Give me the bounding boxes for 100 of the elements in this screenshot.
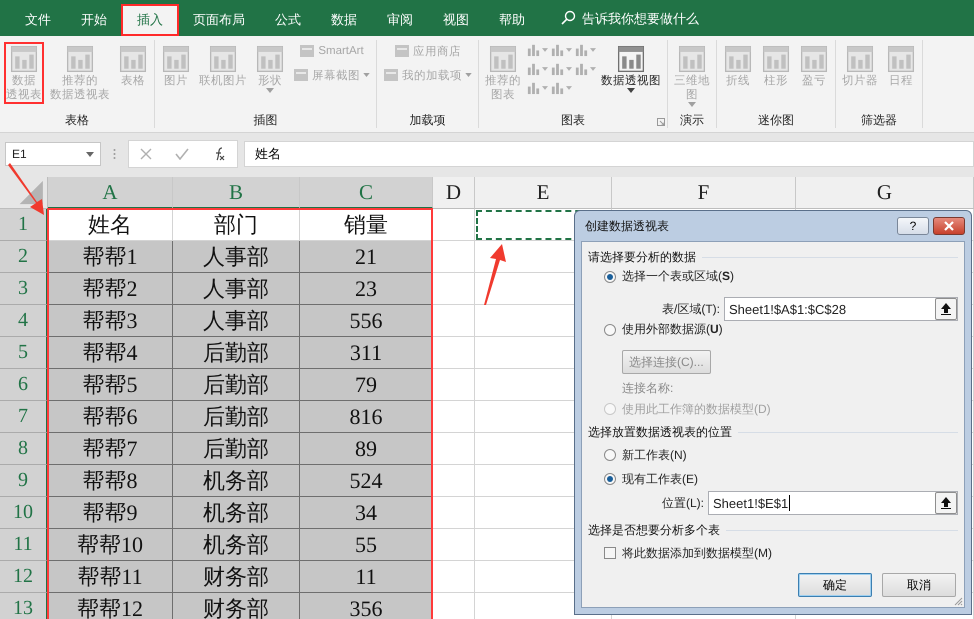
chart-icon: [550, 61, 565, 76]
ribbon-tab[interactable]: 帮助: [484, 5, 540, 35]
pointer-arrow: [6, 163, 46, 217]
table-cell: 311: [300, 337, 433, 369]
radio-label[interactable]: 选择一个表或区域(S): [622, 268, 734, 285]
row-header[interactable]: 10: [0, 497, 48, 529]
radio-label[interactable]: 新工作表(N): [622, 446, 687, 464]
ribbon-tab[interactable]: 开始: [66, 5, 122, 35]
radio-button[interactable]: [604, 324, 616, 336]
row-header[interactable]: 7: [0, 401, 48, 433]
ribbon-tab[interactable]: 插入: [122, 5, 178, 35]
row-header[interactable]: 8: [0, 433, 48, 465]
radio-label[interactable]: 现有工作表(E): [622, 470, 698, 488]
dialog-launcher-icon[interactable]: [657, 118, 665, 126]
table-cell: 帮帮3: [48, 305, 173, 337]
caret-icon: [542, 66, 548, 70]
formula-field[interactable]: 姓名: [244, 141, 974, 167]
caret-icon: [590, 66, 596, 70]
table-cell: 816: [300, 401, 433, 433]
row-header[interactable]: 9: [0, 465, 48, 497]
column-header[interactable]: G: [796, 177, 974, 209]
range-field[interactable]: Sheet1!$A$1:$C$28: [724, 297, 958, 321]
checkbox-label[interactable]: 将此数据添加到数据模型(M): [622, 544, 772, 562]
cancel-button[interactable]: 取消: [882, 573, 956, 597]
table-cell: 后勤部: [173, 433, 300, 465]
column-header[interactable]: F: [612, 177, 796, 209]
table-cell: 财务部: [173, 593, 300, 619]
close-icon: [944, 221, 954, 231]
table-cell: 79: [300, 369, 433, 401]
row-header[interactable]: 2: [0, 241, 48, 273]
search-icon: [560, 10, 576, 26]
pivot-chart-icon: [616, 44, 646, 74]
column-header[interactable]: C: [300, 177, 433, 209]
column-header[interactable]: A: [48, 177, 173, 209]
caret-icon: [590, 48, 596, 52]
ribbon-tab[interactable]: 文件: [10, 5, 66, 35]
resize-grip-icon[interactable]: [953, 596, 963, 606]
table-cell: 帮帮11: [48, 561, 173, 593]
group-label: 筛选器: [861, 112, 897, 128]
row-header[interactable]: 6: [0, 369, 48, 401]
table-cell: 帮帮5: [48, 369, 173, 401]
chart-icon: [550, 80, 565, 95]
radio-button[interactable]: [604, 449, 616, 461]
connection-name-label: 连接名称:: [622, 380, 674, 397]
table-cell: 89: [300, 433, 433, 465]
choose-connection-button[interactable]: 选择连接(C)...: [622, 350, 711, 374]
table-cell: 帮帮2: [48, 273, 173, 305]
row-header[interactable]: 12: [0, 561, 48, 593]
table-cell: 财务部: [173, 561, 300, 593]
radio-button[interactable]: [604, 270, 616, 282]
collapse-button[interactable]: [935, 298, 957, 320]
row-header[interactable]: 13: [0, 593, 48, 619]
section-heading: 请选择要分析的数据: [588, 248, 696, 266]
column-header[interactable]: E: [475, 177, 612, 209]
ribbon-tab[interactable]: 视图: [428, 5, 484, 35]
location-field[interactable]: Sheet1!$E$1: [708, 491, 958, 515]
caret-icon: [542, 48, 548, 52]
table-cell: [433, 209, 475, 241]
checkbox[interactable]: [604, 547, 616, 559]
table-cell: 人事部: [173, 241, 300, 273]
row-header[interactable]: 5: [0, 337, 48, 369]
column-sparkline-icon: [761, 44, 791, 74]
ribbon-tab[interactable]: 页面布局: [178, 5, 260, 35]
table-cell: 机务部: [173, 529, 300, 561]
field-label: 位置(L):: [662, 494, 704, 512]
table-cell: 34: [300, 497, 433, 529]
cancel-icon[interactable]: [140, 148, 152, 160]
caret-icon: [542, 86, 548, 90]
chart-icon: [574, 42, 589, 57]
ribbon-tab[interactable]: 数据: [316, 5, 372, 35]
column-header[interactable]: D: [433, 177, 475, 209]
radio-label[interactable]: 使用外部数据源(U): [622, 321, 723, 338]
help-button[interactable]: ?: [897, 217, 929, 235]
table-cell: 机务部: [173, 465, 300, 497]
check-icon[interactable]: [174, 148, 189, 160]
ribbon-button[interactable]: 数据透视图: [599, 42, 663, 95]
up-arrow-icon: [941, 497, 951, 509]
name-box[interactable]: E1: [5, 142, 101, 166]
dialog-title: 创建数据透视表: [584, 218, 670, 234]
table-cell: 人事部: [173, 273, 300, 305]
column-header[interactable]: B: [173, 177, 300, 209]
radio-button[interactable]: [604, 473, 616, 485]
row-header[interactable]: 4: [0, 305, 48, 337]
collapse-button[interactable]: [935, 492, 957, 514]
row-header[interactable]: 11: [0, 529, 48, 561]
caret-icon: [566, 86, 572, 90]
table-cell: 帮帮1: [48, 241, 173, 273]
table-cell: 帮帮7: [48, 433, 173, 465]
tell-me-field[interactable]: 告诉我你想要做什么: [580, 10, 764, 26]
group-label: 插图: [254, 112, 278, 128]
ribbon-tab[interactable]: 审阅: [372, 5, 428, 35]
table-cell: 11: [300, 561, 433, 593]
row-header[interactable]: 3: [0, 273, 48, 305]
ok-button[interactable]: 确定: [798, 573, 872, 597]
row-header[interactable]: 1: [0, 209, 48, 241]
grip-icon: [113, 148, 116, 160]
close-button[interactable]: [933, 217, 965, 235]
select-all-icon[interactable]: [0, 177, 48, 209]
ribbon-tab[interactable]: 公式: [260, 5, 316, 35]
table-cell: 机务部: [173, 497, 300, 529]
